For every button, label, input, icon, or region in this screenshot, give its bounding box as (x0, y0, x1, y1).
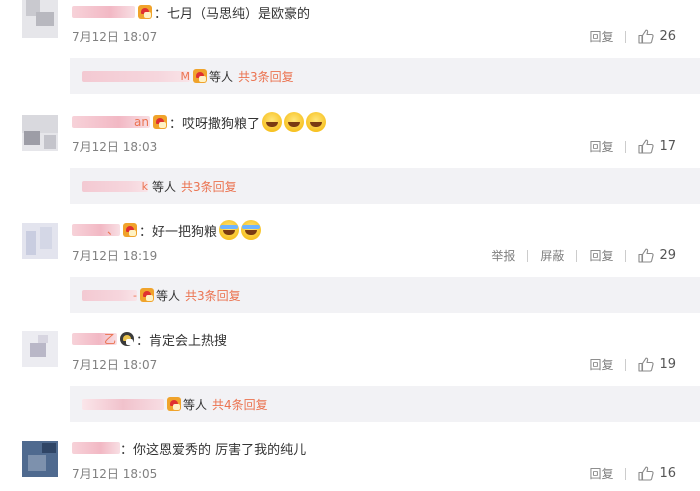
vip-crown-icon (138, 5, 152, 19)
vip-crown-icon (140, 288, 154, 302)
thumbs-up-icon[interactable] (638, 29, 654, 44)
divider (625, 467, 627, 480)
comment-line: ：你这恩爱秀的 厉害了我的纯儿 (72, 438, 306, 458)
comment-line: an ：哎呀撒狗粮了 (72, 112, 327, 132)
grin-emoji-icon (306, 112, 327, 132)
reply-others-text: 等人 (156, 288, 181, 303)
reply-summary: M 等人 共3条回复 (70, 58, 700, 94)
reply-summary: - 等人 共3条回复 (70, 277, 700, 313)
vip-crown-icon (167, 397, 181, 411)
divider (527, 249, 529, 262)
avatar[interactable] (22, 441, 58, 477)
reply-others-text: 等人 (209, 69, 234, 84)
comment-text: ：哎呀撒狗粮了 (169, 116, 261, 132)
reply-others-text: 等人 (183, 397, 208, 412)
reply-button[interactable]: 回复 (589, 28, 613, 45)
comment-actions: 回复 17 (589, 138, 676, 155)
username[interactable]: 、 (72, 224, 120, 236)
grin-emoji-icon (284, 112, 305, 132)
comment-actions: 回复 19 (589, 356, 676, 373)
reply-username[interactable] (82, 398, 164, 410)
avatar[interactable] (22, 115, 58, 151)
vip-crown-icon (193, 69, 207, 83)
view-replies-link[interactable]: 共3条回复 (238, 68, 294, 85)
reply-others-text: 等人 (152, 179, 177, 194)
comment-line: 乙 ：肯定会上热搜 (72, 329, 227, 349)
comment-text: ：你这恩爱秀的 厉害了我的纯儿 (120, 442, 307, 458)
like-count: 17 (659, 139, 676, 154)
like-count: 19 (659, 357, 676, 372)
divider (625, 140, 627, 153)
like-count: 26 (659, 29, 676, 44)
vip-crown-icon (120, 332, 134, 346)
report-button[interactable]: 举报 (491, 247, 515, 264)
thumbs-up-icon[interactable] (638, 248, 654, 263)
reply-username[interactable]: k (82, 180, 148, 192)
laugh-cry-emoji-icon (241, 220, 262, 240)
divider (625, 30, 627, 43)
username[interactable]: an (72, 116, 150, 128)
view-replies-link[interactable]: 共4条回复 (212, 396, 268, 413)
avatar[interactable] (22, 0, 58, 38)
comment-text: ：七月（马思纯）是欧豪的 (154, 6, 311, 22)
username[interactable]: 乙 (72, 333, 117, 345)
vip-crown-icon (153, 115, 167, 129)
comment-time: 7月12日 18:05 (72, 467, 158, 481)
thumbs-up-icon[interactable] (638, 357, 654, 372)
view-replies-link[interactable]: 共3条回复 (185, 287, 241, 304)
avatar[interactable] (22, 223, 58, 259)
vip-crown-icon (123, 223, 137, 237)
reply-summary: k 等人 共3条回复 (70, 168, 700, 204)
comment-line: 、 ：好一把狗粮 (72, 220, 262, 240)
comment-actions: 回复 26 (589, 28, 676, 45)
view-replies-link[interactable]: 共3条回复 (181, 178, 237, 195)
reply-username[interactable]: - (82, 289, 137, 301)
thumbs-up-icon[interactable] (638, 466, 654, 481)
like-count: 29 (659, 248, 676, 263)
reply-button[interactable]: 回复 (589, 465, 613, 482)
reply-button[interactable]: 回复 (589, 356, 613, 373)
username[interactable] (72, 6, 135, 18)
divider (625, 358, 627, 371)
username[interactable] (72, 442, 120, 454)
comment-time: 7月12日 18:07 (72, 358, 158, 372)
thumbs-up-icon[interactable] (638, 139, 654, 154)
comment-time: 7月12日 18:19 (72, 249, 158, 263)
divider (625, 249, 627, 262)
avatar[interactable] (22, 331, 58, 367)
block-button[interactable]: 屏蔽 (540, 247, 564, 264)
divider (576, 249, 578, 262)
comment-text: ：肯定会上热搜 (136, 333, 228, 349)
comment-text: ：好一把狗粮 (139, 224, 218, 240)
reply-button[interactable]: 回复 (589, 247, 613, 264)
comment-time: 7月12日 18:03 (72, 140, 158, 154)
grin-emoji-icon (262, 112, 283, 132)
comment-time: 7月12日 18:07 (72, 30, 158, 44)
reply-summary: 等人 共4条回复 (70, 386, 700, 422)
like-count: 16 (659, 466, 676, 481)
laugh-cry-emoji-icon (219, 220, 240, 240)
comment-actions: 回复 16 (589, 465, 676, 482)
reply-button[interactable]: 回复 (589, 138, 613, 155)
reply-username[interactable]: M (82, 70, 190, 82)
comment-line: ：七月（马思纯）是欧豪的 (72, 2, 310, 22)
comment-actions: 举报 屏蔽 回复 29 (491, 247, 676, 264)
